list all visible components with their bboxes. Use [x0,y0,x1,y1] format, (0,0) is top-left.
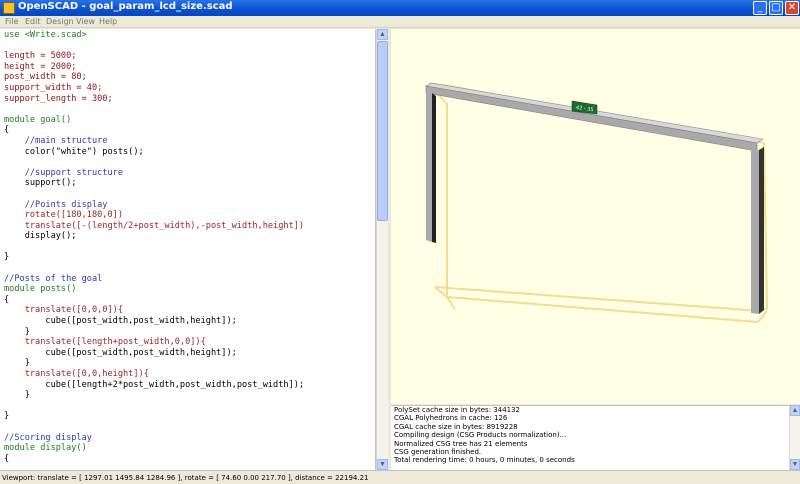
code-line[interactable]: post_width = 80; [4,72,304,83]
code-line[interactable]: cube([post_width,post_width,height]); [4,348,304,359]
support-right-back [763,142,768,310]
scroll-thumb[interactable] [377,41,388,221]
console-line: Compiling design (CSG Products normaliza… [394,431,567,440]
right-post-side [759,147,764,314]
code-line[interactable]: translate([0,0,height]){ [4,369,304,380]
code-editor[interactable]: use <Write.scad> length = 5000; height = 2… [0,29,376,470]
menu-design[interactable]: Design [46,16,74,28]
code-line[interactable]: cube([post_width,post_width,height]); [4,316,304,327]
crossbar [425,82,764,152]
code-line[interactable] [4,263,304,274]
title-bar: OpenSCAD - goal_param_lcd_size.scad _ □ … [0,0,800,16]
scroll-up-arrow-icon[interactable]: ▲ [377,29,388,40]
left-post [426,91,436,243]
code-line[interactable]: //Posts of the goal [4,274,304,285]
console-line: CSG generation finished. [394,448,482,457]
code-line[interactable]: module display() [4,443,304,454]
scroll-down-arrow-icon[interactable]: ▼ [377,459,388,470]
menu-view[interactable]: View [76,16,95,28]
code-line[interactable]: translate([0,0,0]){ [4,305,304,316]
code-line[interactable]: } [4,411,304,422]
menu-help[interactable]: Help [99,16,117,28]
console-output[interactable]: PolySet cache size in bytes: 344132 CGAL … [391,405,789,470]
code-line[interactable] [4,104,304,115]
console-line: CGAL cache size in bytes: 8919228 [394,422,518,431]
crossbar-front-face [425,85,758,152]
console-line: Total rendering time: 0 hours, 0 minutes… [394,456,575,465]
code-line[interactable]: cube([length+2*post_width,post_width,pos… [4,380,304,391]
code-line[interactable] [4,242,304,253]
support-left-face [434,90,448,300]
code-line[interactable]: } [4,390,304,401]
code-line[interactable] [4,189,304,200]
code-line[interactable] [4,41,304,52]
code-line[interactable] [4,422,304,433]
code-line[interactable]: color("white") posts(); [4,147,304,158]
code-line[interactable]: support(); [4,178,304,189]
3d-viewport[interactable]: 42 - 35 [391,29,800,404]
menu-edit[interactable]: Edit [25,16,41,28]
code-line[interactable]: //main structure [4,136,304,147]
code-line[interactable]: //Scoring display [4,433,304,444]
code-line[interactable]: module posts() [4,284,304,295]
menu-file[interactable]: File [5,16,18,28]
code-line[interactable]: { [4,125,304,136]
code-line[interactable]: height = 2000; [4,62,304,73]
left-post-front [426,91,432,242]
left-post-side [432,93,436,243]
code-line[interactable]: //Points display [4,200,304,211]
code-line[interactable]: translate([-(length/2+post_width),-post_… [4,221,304,232]
close-button[interactable]: ✕ [785,1,799,15]
code-line[interactable]: rotate([180,180,0]) [4,210,304,221]
console-scroll-down-icon[interactable]: ▼ [790,459,800,470]
code-line[interactable]: //support structure [4,168,304,179]
code-line[interactable]: } [4,358,304,369]
maximize-button[interactable]: □ [769,1,783,15]
code-line[interactable]: support_length = 300; [4,94,304,105]
goal-model-render: 42 - 35 [425,82,768,323]
code-line[interactable]: } [4,327,304,338]
code-line[interactable]: display(); [4,231,304,242]
code-line[interactable] [4,401,304,412]
code-line[interactable] [4,157,304,168]
code-line[interactable]: translate([length+post_width,0,0]){ [4,337,304,348]
viewport-status: Viewport: translate = [ 1297.01 1495.84 … [2,474,369,482]
right-post-front [751,149,759,314]
code-line[interactable]: length = 5000; [4,51,304,62]
window-title: OpenSCAD - goal_param_lcd_size.scad [18,1,233,12]
minimize-button[interactable]: _ [753,1,767,15]
status-bar: Viewport: translate = [ 1297.01 1495.84 … [0,470,800,484]
code-line[interactable]: module goal() [4,115,304,126]
support-front-left [446,296,456,310]
code-line[interactable]: } [4,252,304,263]
openscad-app-icon [3,2,15,14]
menu-bar: File Edit Design View Help [0,16,800,28]
console-line: PolySet cache size in bytes: 344132 [394,406,521,414]
editor-scrollbar[interactable]: ▲ ▼ [376,29,388,470]
code-text[interactable]: use <Write.scad> length = 5000; height = 2… [4,30,304,464]
code-line[interactable]: { [4,454,304,465]
console-scroll-up-icon[interactable]: ▲ [790,405,800,416]
console-scrollbar[interactable]: ▲ ▼ [789,405,800,470]
console-line: CGAL Polyhedrons in cache: 126 [394,414,508,423]
code-line[interactable]: { [4,295,304,306]
code-line[interactable]: use <Write.scad> [4,30,304,41]
support-bottom-left [446,296,759,323]
console-line: Normalized CSG tree has 21 elements [394,439,528,448]
right-post [751,147,764,314]
code-line[interactable]: support_width = 40; [4,83,304,94]
